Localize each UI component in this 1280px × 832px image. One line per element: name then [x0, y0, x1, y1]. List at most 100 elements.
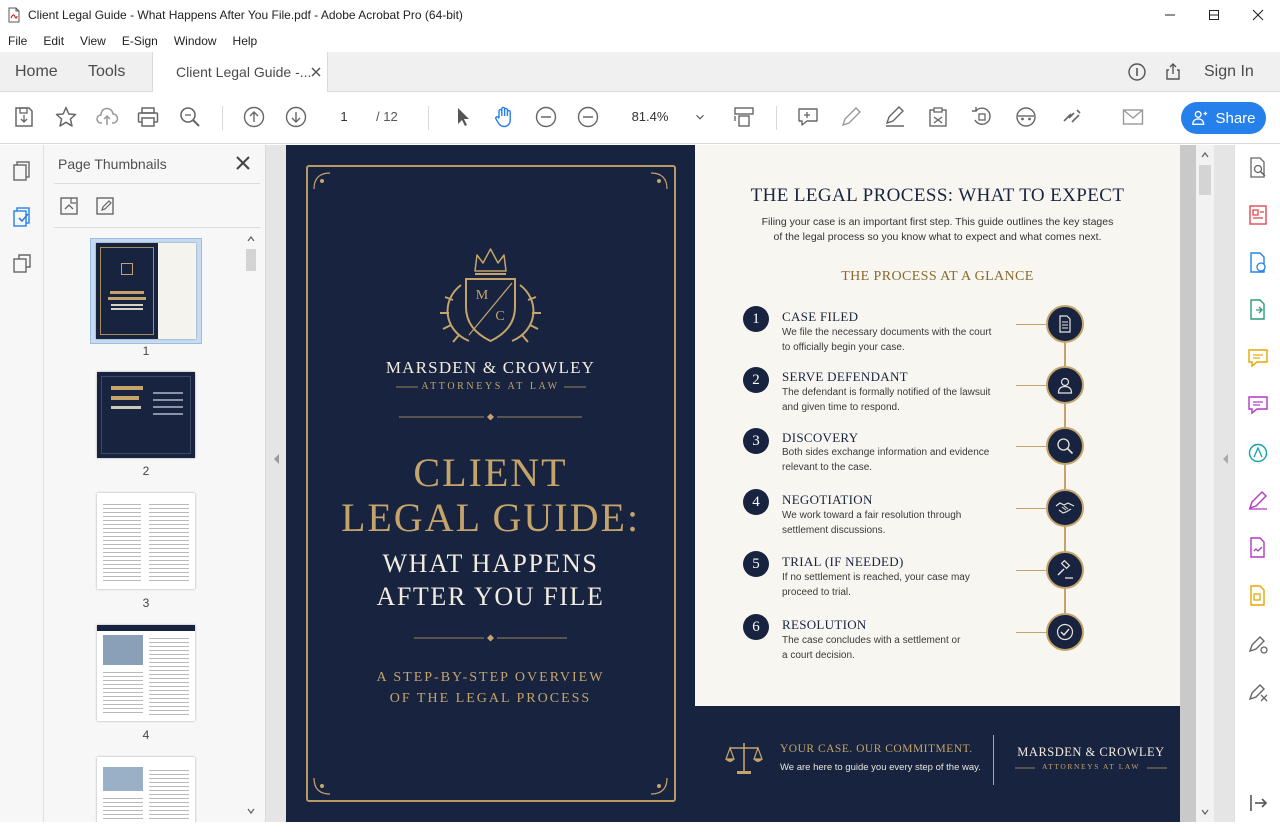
edit-comment-icon[interactable]: [1246, 393, 1270, 417]
print-button[interactable]: [135, 104, 161, 130]
rotate-button[interactable]: [969, 104, 995, 130]
commitment-footer: YOUR CASE. OUR COMMITMENT. We are here t…: [695, 706, 1180, 822]
protect-icon[interactable]: [1246, 631, 1270, 655]
tab-tools[interactable]: Tools: [88, 52, 125, 92]
expand-right-icon[interactable]: [1222, 453, 1230, 465]
left-navigation-rail: [0, 145, 44, 832]
zoom-in-button[interactable]: [575, 104, 601, 130]
thumbnail-page-1[interactable]: [96, 243, 196, 339]
redact-button[interactable]: [1013, 104, 1039, 130]
find-button[interactable]: [177, 104, 203, 130]
thumbnail-page-3[interactable]: [97, 493, 195, 589]
bookmark-button[interactable]: [53, 104, 79, 130]
page-number-input[interactable]: 1: [324, 105, 364, 129]
email-button[interactable]: [1120, 104, 1146, 130]
help-button[interactable]: [1126, 52, 1148, 92]
thumbnail-page-2[interactable]: [97, 372, 195, 458]
stamp-button[interactable]: [925, 104, 951, 130]
attachments-icon[interactable]: [10, 251, 34, 275]
comment-tool-icon[interactable]: [1246, 346, 1270, 370]
step-connector: [1016, 446, 1046, 447]
menu-file[interactable]: File: [0, 30, 35, 52]
scroll-thumb[interactable]: [246, 249, 256, 271]
select-tool-button[interactable]: [449, 104, 475, 130]
export-pdf-icon[interactable]: [1246, 298, 1270, 322]
scan-ocr-icon[interactable]: [1246, 441, 1270, 465]
menu-edit[interactable]: Edit: [35, 30, 72, 52]
close-window-button[interactable]: [1236, 0, 1280, 30]
collapse-panel-icon[interactable]: [1246, 791, 1270, 815]
zoom-out-button[interactable]: [533, 104, 559, 130]
cover-overview-line-1: A STEP-BY-STEP OVERVIEW: [376, 670, 605, 685]
next-page-button[interactable]: [283, 104, 309, 130]
thumbnail-page-5[interactable]: [97, 757, 195, 825]
highlight-button[interactable]: [838, 104, 864, 130]
zoom-dropdown-button[interactable]: [690, 104, 710, 130]
menu-view[interactable]: View: [72, 30, 114, 52]
step-number: 4: [743, 489, 769, 515]
link-button[interactable]: [1059, 104, 1085, 130]
close-tab-icon[interactable]: [311, 67, 321, 77]
monogram-right: C: [495, 309, 505, 324]
search-document-icon[interactable]: [1246, 156, 1270, 180]
share-person-icon: [1192, 110, 1208, 125]
scroll-down-icon[interactable]: [1201, 808, 1209, 816]
page-display-button[interactable]: [731, 104, 757, 130]
step-desc-line: proceed to trial.: [782, 587, 851, 598]
sign-in-link[interactable]: Sign In: [1204, 52, 1254, 92]
menu-esign[interactable]: E-Sign: [114, 30, 166, 52]
step-title: NEGOTIATION: [782, 492, 873, 507]
menu-window[interactable]: Window: [166, 30, 225, 52]
mask-icon: [1016, 107, 1036, 127]
draw-button[interactable]: [882, 104, 908, 130]
tab-document[interactable]: Client Legal Guide -...: [152, 52, 328, 93]
bookmarks-icon[interactable]: [10, 205, 34, 229]
step-icon-circle: [1046, 489, 1084, 527]
close-panel-icon[interactable]: [234, 154, 252, 172]
cloud-upload-button[interactable]: [94, 104, 120, 130]
insert-page-icon[interactable]: [58, 195, 80, 217]
thumbnails-scrollbar[interactable]: [244, 235, 258, 819]
collapse-left-icon[interactable]: [273, 453, 281, 465]
main-toolbar: 1 / 12 81.4%: [0, 92, 1280, 144]
scroll-thumb[interactable]: [1199, 165, 1211, 195]
step-title: DISCOVERY: [782, 430, 859, 445]
step-icon-circle: [1046, 305, 1084, 343]
cover-subtitle-line-2: AFTER YOU FILE: [376, 582, 605, 611]
upload-button[interactable]: [1162, 52, 1184, 92]
step-title: TRIAL (IF NEEDED): [782, 554, 904, 569]
request-signature-icon[interactable]: [1246, 536, 1270, 560]
tab-home[interactable]: Home: [15, 52, 58, 92]
minimize-window-button[interactable]: [1148, 0, 1192, 30]
share-button[interactable]: Share: [1181, 102, 1266, 134]
intro-line-1: Filing your case is an important first s…: [761, 216, 1114, 228]
intro-line-2: of the legal process so you know what to…: [773, 231, 1102, 243]
share-label: Share: [1215, 109, 1256, 127]
hand-tool-button[interactable]: [491, 104, 517, 130]
step-icon-circle: [1046, 427, 1084, 465]
more-tools-icon[interactable]: [1246, 679, 1270, 703]
page-thumbnails-icon[interactable]: [10, 159, 34, 183]
maximize-button[interactable]: [1192, 0, 1236, 30]
scroll-down-icon[interactable]: [247, 807, 255, 815]
comment-button[interactable]: [795, 104, 821, 130]
gavel-icon: [1057, 560, 1073, 579]
cloud-upload-icon: [96, 107, 119, 125]
combine-files-icon[interactable]: [1246, 251, 1270, 275]
menu-help[interactable]: Help: [225, 30, 266, 52]
toolbar-divider: [776, 106, 777, 130]
zoom-level-input[interactable]: 81.4%: [616, 105, 684, 129]
document-scrollbar[interactable]: [1196, 145, 1214, 822]
thumbnail-page-4[interactable]: [97, 625, 195, 721]
edit-page-icon[interactable]: [94, 195, 116, 217]
fill-sign-icon[interactable]: [1246, 488, 1270, 512]
create-pdf-icon[interactable]: [1246, 203, 1270, 227]
thumbnail-page-number: 2: [142, 464, 150, 478]
scroll-up-icon[interactable]: [247, 235, 255, 243]
toolbar-divider: [222, 106, 223, 130]
previous-page-button[interactable]: [241, 104, 267, 130]
comment-icon: [798, 108, 818, 126]
save-button[interactable]: [11, 104, 37, 130]
scroll-up-icon[interactable]: [1201, 151, 1209, 159]
organize-pages-icon[interactable]: [1246, 584, 1270, 608]
